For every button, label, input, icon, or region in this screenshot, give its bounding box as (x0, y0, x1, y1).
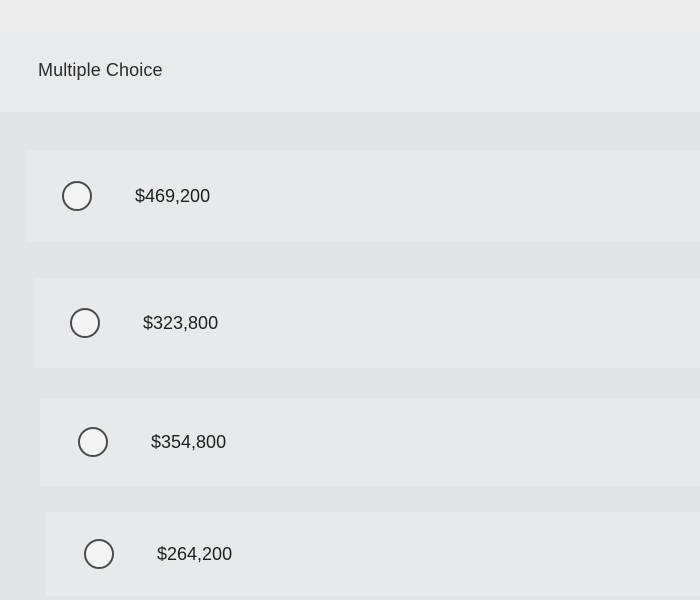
answer-option-label: $323,800 (143, 312, 219, 333)
answer-option-4[interactable]: $264,200 (46, 512, 700, 596)
answer-option-label: $354,800 (151, 431, 227, 452)
answer-option-1[interactable]: $469,200 (26, 150, 700, 242)
radio-button-icon[interactable] (62, 181, 92, 211)
top-strip (0, 0, 700, 34)
answer-option-2[interactable]: $323,800 (34, 278, 700, 368)
question-type-title: Multiple Choice (38, 60, 163, 80)
answer-option-label: $469,200 (135, 185, 211, 206)
radio-button-icon[interactable] (70, 308, 100, 338)
answer-option-label: $264,200 (157, 543, 233, 564)
answer-option-3[interactable]: $354,800 (40, 398, 700, 486)
radio-button-icon[interactable] (84, 539, 114, 569)
radio-button-icon[interactable] (78, 427, 108, 457)
